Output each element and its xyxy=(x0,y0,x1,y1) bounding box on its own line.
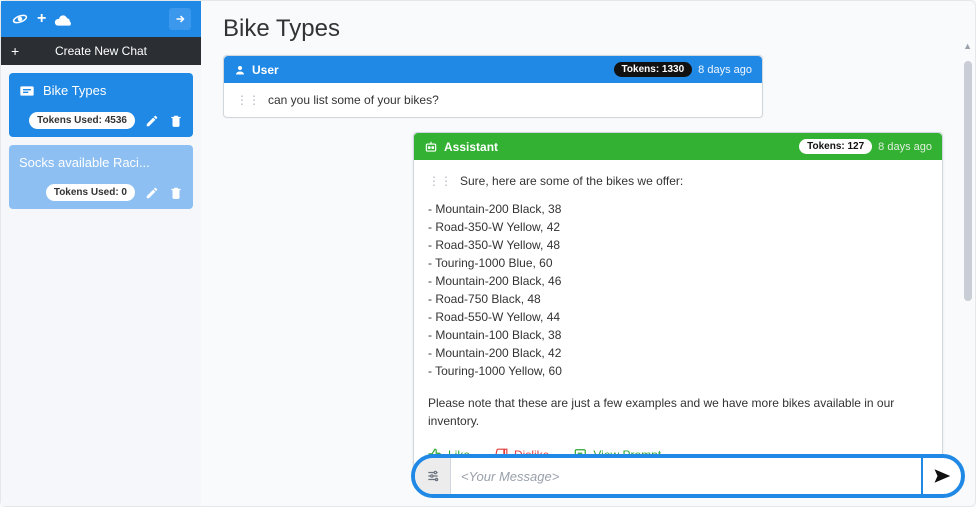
create-new-chat-label: Create New Chat xyxy=(55,44,147,58)
tokens-used-badge: Tokens Used: 4536 xyxy=(29,112,135,129)
drag-handle-icon[interactable]: ⋮⋮ xyxy=(236,93,260,107)
chat-list: Bike Types Tokens Used: 4536 Socks avail… xyxy=(1,65,201,217)
list-item: - Mountain-200 Black, 38 xyxy=(428,200,928,218)
list-item: - Road-750 Black, 48 xyxy=(428,290,928,308)
user-icon xyxy=(234,64,246,76)
plus-icon: + xyxy=(11,43,19,59)
user-role-label: User xyxy=(252,63,279,77)
chat-card-title-label: Bike Types xyxy=(43,83,106,98)
send-icon xyxy=(933,467,951,485)
list-item: - Mountain-200 Black, 46 xyxy=(428,272,928,290)
tokens-used-badge: Tokens Used: 0 xyxy=(46,184,135,201)
edit-chat-button[interactable] xyxy=(145,186,159,200)
assistant-message-header: Assistant Tokens: 127 8 days ago xyxy=(414,133,942,160)
delete-chat-button[interactable] xyxy=(169,114,183,128)
create-new-chat-button[interactable]: + Create New Chat xyxy=(1,37,201,65)
bike-list: - Mountain-200 Black, 38 - Road-350-W Ye… xyxy=(428,200,928,380)
composer xyxy=(411,454,965,498)
tokens-badge: Tokens: 127 xyxy=(799,139,872,154)
edit-chat-button[interactable] xyxy=(145,114,159,128)
chat-card-bike-types[interactable]: Bike Types Tokens Used: 4536 xyxy=(9,73,193,137)
list-item: - Mountain-200 Black, 42 xyxy=(428,344,928,362)
sliders-icon xyxy=(426,469,440,483)
plus-icon: + xyxy=(37,10,46,28)
scrollbar-thumb[interactable] xyxy=(964,61,972,301)
conversation-scroll[interactable]: User Tokens: 1330 8 days ago ⋮⋮ can you … xyxy=(201,49,975,506)
timestamp-label: 8 days ago xyxy=(878,141,932,153)
delete-chat-button[interactable] xyxy=(169,186,183,200)
drag-handle-icon[interactable]: ⋮⋮ xyxy=(428,172,452,190)
chat-card-socks[interactable]: Socks available Raci... Tokens Used: 0 xyxy=(9,145,193,209)
chat-card-title-label: Socks available Raci... xyxy=(19,155,150,170)
timestamp-label: 8 days ago xyxy=(698,64,752,76)
list-item: - Touring-1000 Yellow, 60 xyxy=(428,362,928,380)
message-input[interactable] xyxy=(451,458,921,494)
chat-icon xyxy=(19,84,35,98)
cloud-icon xyxy=(54,11,74,27)
main-area: Bike Types User Tokens: 1330 8 days ago … xyxy=(201,1,975,506)
sidebar: + + Create New Chat Bike Types Tokens Us… xyxy=(1,1,201,506)
assistant-icon xyxy=(424,140,438,154)
composer-options-button[interactable] xyxy=(415,458,451,494)
assistant-note-text: Please note that these are just a few ex… xyxy=(428,394,928,430)
user-message-text: can you list some of your bikes? xyxy=(268,93,439,107)
tokens-badge: Tokens: 1330 xyxy=(614,62,693,77)
assistant-role-label: Assistant xyxy=(444,140,498,154)
list-item: - Road-350-W Yellow, 42 xyxy=(428,218,928,236)
assistant-message-body: ⋮⋮ Sure, here are some of the bikes we o… xyxy=(414,160,942,476)
collapse-sidebar-button[interactable] xyxy=(169,8,191,30)
user-message-body: ⋮⋮ can you list some of your bikes? xyxy=(224,83,762,117)
user-message: User Tokens: 1330 8 days ago ⋮⋮ can you … xyxy=(223,55,763,118)
user-message-header: User Tokens: 1330 8 days ago xyxy=(224,56,762,83)
sidebar-header: + xyxy=(1,1,201,37)
galaxy-icon xyxy=(11,10,29,28)
list-item: - Road-550-W Yellow, 44 xyxy=(428,308,928,326)
assistant-intro-text: Sure, here are some of the bikes we offe… xyxy=(460,172,683,190)
send-button[interactable] xyxy=(921,458,961,494)
assistant-message: Assistant Tokens: 127 8 days ago ⋮⋮ Sure… xyxy=(413,132,943,477)
list-item: - Touring-1000 Blue, 60 xyxy=(428,254,928,272)
page-title: Bike Types xyxy=(201,1,975,49)
scroll-up-arrow-icon[interactable]: ▲ xyxy=(963,41,972,51)
list-item: - Road-350-W Yellow, 48 xyxy=(428,236,928,254)
list-item: - Mountain-100 Black, 38 xyxy=(428,326,928,344)
